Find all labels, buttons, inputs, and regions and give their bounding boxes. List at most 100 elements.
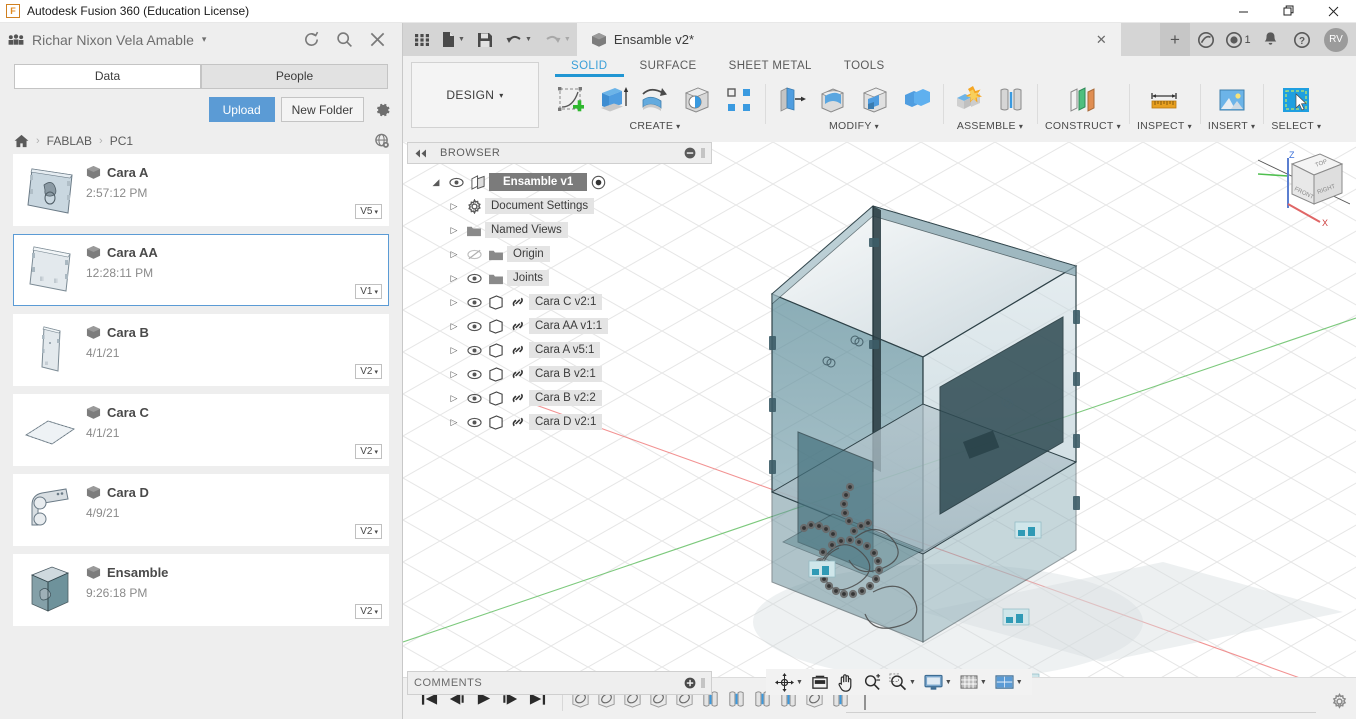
ribbon-group-label[interactable]: SELECT ▾ bbox=[1271, 120, 1321, 132]
orbit-icon[interactable]: ▼ bbox=[772, 672, 806, 692]
extrude-icon[interactable] bbox=[595, 82, 631, 118]
grid-snaps-icon[interactable]: ▼ bbox=[957, 674, 990, 691]
activate-component-radio[interactable] bbox=[591, 175, 606, 190]
hole-icon[interactable] bbox=[679, 82, 715, 118]
document-tab[interactable]: Ensamble v2* ✕ bbox=[576, 23, 1121, 56]
notifications-bell-icon[interactable] bbox=[1254, 23, 1286, 56]
gear-icon[interactable] bbox=[374, 101, 392, 119]
tree-node-document-settings[interactable]: ▷ Document Settings bbox=[407, 194, 712, 218]
minimize-button[interactable] bbox=[1221, 0, 1266, 23]
chevron-down-icon[interactable]: ▼ bbox=[909, 679, 916, 686]
visibility-eye-icon[interactable] bbox=[463, 273, 485, 284]
globe-icon[interactable] bbox=[374, 133, 390, 149]
ribbon-group-label[interactable]: INSERT ▾ bbox=[1208, 120, 1255, 132]
chevron-down-icon[interactable]: ▾ bbox=[202, 34, 207, 45]
chevron-down-icon[interactable]: ▼ bbox=[945, 679, 952, 686]
list-item[interactable]: Cara D 4/9/21 V2 ▾ bbox=[13, 474, 389, 546]
tab-solid[interactable]: SOLID bbox=[555, 57, 624, 77]
tab-data[interactable]: Data bbox=[14, 64, 201, 89]
shell-icon[interactable] bbox=[857, 82, 893, 118]
search-icon[interactable] bbox=[336, 31, 353, 48]
version-badge[interactable]: V2 ▾ bbox=[355, 364, 382, 379]
ribbon-group-label[interactable]: INSPECT ▾ bbox=[1137, 120, 1192, 132]
tab-people[interactable]: People bbox=[201, 64, 388, 89]
version-badge[interactable]: V1 ▾ bbox=[355, 284, 382, 299]
list-item[interactable]: ||| ||| Cara AA 12:28:11 PM V1 ▾ bbox=[13, 234, 389, 306]
job-status-icon[interactable]: 1 bbox=[1222, 23, 1254, 56]
viewports-icon[interactable]: ▼ bbox=[992, 674, 1026, 691]
expand-arrow-icon[interactable]: ▷ bbox=[445, 417, 463, 428]
new-file-icon[interactable]: ▼ bbox=[437, 26, 470, 54]
view-cube[interactable]: Z X TOP FRONT RIGHT bbox=[1257, 146, 1351, 242]
new-tab-button[interactable]: + bbox=[1160, 23, 1190, 56]
zoom-window-icon[interactable]: ▼ bbox=[886, 673, 919, 691]
expand-arrow-icon[interactable]: ▷ bbox=[445, 369, 463, 380]
gear-icon[interactable] bbox=[1331, 693, 1348, 710]
tree-node-origin[interactable]: ▷ Origin bbox=[407, 242, 712, 266]
tab-surface[interactable]: SURFACE bbox=[624, 57, 713, 77]
tree-node-joints[interactable]: ▷ Joints bbox=[407, 266, 712, 290]
insert-image-icon[interactable] bbox=[1214, 82, 1250, 118]
visibility-eye-icon[interactable] bbox=[463, 369, 485, 380]
collapse-left-icon[interactable] bbox=[414, 149, 428, 158]
version-badge[interactable]: V5 ▾ bbox=[355, 204, 382, 219]
maximize-button[interactable] bbox=[1266, 0, 1311, 23]
expand-arrow-icon[interactable]: ▷ bbox=[445, 297, 463, 308]
new-folder-button[interactable]: New Folder bbox=[280, 97, 364, 122]
list-item[interactable]: ||| Cara B 4/1/21 V2 ▾ bbox=[13, 314, 389, 386]
revolve-icon[interactable] bbox=[637, 82, 673, 118]
close-button[interactable] bbox=[1311, 0, 1356, 23]
chevron-down-icon[interactable]: ▼ bbox=[980, 679, 987, 686]
upload-button[interactable]: Upload bbox=[208, 97, 275, 122]
visibility-eye-icon[interactable] bbox=[463, 321, 485, 332]
save-icon[interactable] bbox=[472, 26, 498, 54]
tree-node-cara-d[interactable]: ▷ Cara D v2:1 bbox=[407, 410, 712, 434]
timeline-feature-asbuilt[interactable] bbox=[725, 688, 747, 710]
breadcrumb-item-fablab[interactable]: FABLAB bbox=[47, 134, 92, 148]
visibility-eye-icon[interactable] bbox=[463, 393, 485, 404]
workspace-switcher[interactable]: DESIGN ▾ bbox=[411, 62, 539, 128]
grip-icon[interactable] bbox=[701, 147, 705, 159]
close-panel-icon[interactable] bbox=[369, 31, 386, 48]
tab-tools[interactable]: TOOLS bbox=[828, 57, 901, 77]
expand-arrow-icon[interactable]: ▷ bbox=[445, 393, 463, 404]
tree-node-cara-a[interactable]: ▷ Cara A v5:1 bbox=[407, 338, 712, 362]
create-sketch-icon[interactable] bbox=[553, 82, 589, 118]
tree-node-cara-aa[interactable]: ▷ Cara AA v1:1 bbox=[407, 314, 712, 338]
expand-arrow-icon[interactable]: ◢ bbox=[427, 177, 445, 188]
undo-icon[interactable]: ▼ bbox=[500, 26, 537, 54]
press-pull-icon[interactable] bbox=[773, 82, 809, 118]
display-settings-icon[interactable]: ▼ bbox=[921, 674, 955, 691]
visibility-eye-icon[interactable] bbox=[445, 177, 467, 188]
visibility-eye-icon[interactable] bbox=[463, 417, 485, 428]
list-item[interactable]: Ensamble 9:26:18 PM V2 ▾ bbox=[13, 554, 389, 626]
help-icon[interactable]: ? bbox=[1286, 23, 1318, 56]
grip-icon[interactable] bbox=[701, 677, 705, 689]
minimize-panel-icon[interactable] bbox=[684, 147, 696, 159]
viewport-3d[interactable]: BROWSER ◢ Ensamble v1 ▷ Document Setting… bbox=[403, 142, 1356, 699]
visibility-eye-icon[interactable] bbox=[463, 297, 485, 308]
ribbon-group-label[interactable]: CREATE ▾ bbox=[630, 120, 681, 132]
refresh-icon[interactable] bbox=[303, 31, 320, 48]
close-icon[interactable]: ✕ bbox=[1090, 32, 1113, 48]
version-badge[interactable]: V2 ▾ bbox=[355, 604, 382, 619]
comments-panel[interactable]: COMMENTS bbox=[407, 671, 712, 695]
new-component-icon[interactable] bbox=[951, 82, 987, 118]
tree-node-cara-b-2[interactable]: ▷ Cara B v2:2 bbox=[407, 386, 712, 410]
combine-icon[interactable] bbox=[899, 82, 935, 118]
select-window-icon[interactable] bbox=[1278, 82, 1314, 118]
expand-arrow-icon[interactable]: ▷ bbox=[445, 201, 463, 212]
chevron-down-icon[interactable]: ▼ bbox=[458, 36, 465, 43]
chevron-down-icon[interactable]: ▼ bbox=[525, 36, 532, 43]
version-badge[interactable]: V2 ▾ bbox=[355, 444, 382, 459]
tree-node-cara-c[interactable]: ▷ Cara C v2:1 bbox=[407, 290, 712, 314]
expand-arrow-icon[interactable]: ▷ bbox=[445, 225, 463, 236]
ribbon-group-label[interactable]: ASSEMBLE ▾ bbox=[957, 120, 1023, 132]
home-icon[interactable] bbox=[14, 134, 29, 148]
chevron-down-icon[interactable]: ▼ bbox=[796, 679, 803, 686]
pan-icon[interactable] bbox=[834, 673, 858, 692]
breadcrumb-item-pc1[interactable]: PC1 bbox=[110, 134, 133, 148]
expand-arrow-icon[interactable]: ▷ bbox=[445, 345, 463, 356]
joint-icon[interactable] bbox=[993, 82, 1029, 118]
measure-icon[interactable] bbox=[1146, 82, 1182, 118]
